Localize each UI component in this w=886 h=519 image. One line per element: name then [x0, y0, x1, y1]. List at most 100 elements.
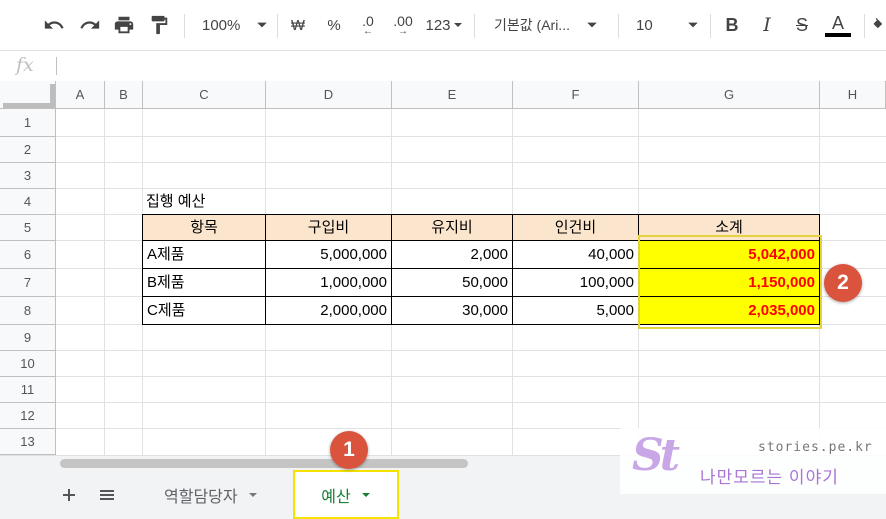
chevron-down-icon — [687, 22, 698, 28]
sheet-tab-roles[interactable]: 역할담당자 — [150, 470, 292, 519]
percent-label: % — [327, 16, 341, 34]
list-icon — [100, 490, 114, 500]
currency-button[interactable]: ₩ — [286, 11, 310, 39]
undo-icon[interactable] — [40, 11, 68, 39]
toolbar-divider — [277, 14, 278, 38]
logo-site: stories.pe.kr — [758, 440, 873, 455]
zoom-select[interactable]: 100% — [196, 11, 270, 39]
all-sheets-button[interactable] — [94, 482, 120, 508]
gridline — [56, 402, 886, 403]
row-header-3[interactable]: 3 — [0, 163, 56, 189]
table-cell-purchase[interactable]: 5,000,000 — [266, 241, 392, 269]
table-cell-labor[interactable]: 5,000 — [513, 297, 639, 325]
toolbar-divider — [618, 14, 619, 38]
text-color-swatch — [825, 33, 851, 37]
column-header-e[interactable]: E — [392, 81, 513, 109]
paint-format-icon[interactable] — [145, 11, 173, 39]
table-cell-purchase[interactable]: 2,000,000 — [266, 297, 392, 325]
chevron-down-icon — [257, 22, 268, 28]
zoom-value: 100% — [202, 16, 241, 34]
toolbar-divider — [474, 14, 475, 38]
chevron-down-icon — [248, 492, 257, 497]
table-cell-purchase[interactable]: 1,000,000 — [266, 269, 392, 297]
toolbar: 100% ₩ % .0 ← .00 → 123 기본값 (Ari... 10 B… — [0, 0, 886, 50]
redo-icon[interactable] — [76, 11, 104, 39]
italic-label: I — [763, 14, 771, 36]
row-header-6[interactable]: 6 — [0, 241, 56, 269]
add-sheet-button[interactable] — [56, 482, 82, 508]
bold-button[interactable]: B — [720, 11, 744, 39]
table-cell-labor[interactable]: 40,000 — [513, 241, 639, 269]
table-cell-item[interactable]: C제품 — [143, 297, 266, 325]
row-header-11[interactable]: 11 — [0, 377, 56, 403]
logo-mark: St — [632, 430, 680, 481]
font-select[interactable]: 기본값 (Ari... — [488, 11, 608, 39]
chevron-down-icon — [587, 22, 597, 28]
callout-badge-1: 1 — [330, 431, 368, 469]
row-header-1[interactable]: 1 — [0, 109, 56, 137]
sheet-tab-budget[interactable]: 예산 — [293, 470, 399, 519]
column-header-d[interactable]: D — [266, 81, 392, 109]
row-header-5[interactable]: 5 — [0, 215, 56, 241]
font-size-value: 10 — [636, 16, 653, 34]
table-cell-maintenance[interactable]: 30,000 — [392, 297, 513, 325]
gridline — [104, 109, 105, 455]
gridline — [56, 376, 886, 377]
scrollbar-thumb[interactable] — [60, 459, 468, 468]
watermark-logo: St stories.pe.kr 나만모르는 이야기 — [620, 428, 886, 494]
table-cell-maintenance[interactable]: 2,000 — [392, 241, 513, 269]
spreadsheet-grid[interactable]: A B C D E F G H 1 2 3 4 5 6 7 8 9 10 11 … — [0, 81, 886, 455]
table-cell-item[interactable]: A제품 — [143, 241, 266, 269]
column-header-c[interactable]: C — [143, 81, 266, 109]
table-title[interactable]: 집행 예산 — [146, 190, 205, 214]
fill-color-icon[interactable] — [872, 11, 886, 39]
table-cell-maintenance[interactable]: 50,000 — [392, 269, 513, 297]
row-header-10[interactable]: 10 — [0, 351, 56, 377]
row-header-2[interactable]: 2 — [0, 137, 56, 163]
row-header-8[interactable]: 8 — [0, 297, 56, 325]
table-cell-item[interactable]: B제품 — [143, 269, 266, 297]
toolbar-divider — [184, 14, 185, 38]
header-purchase[interactable]: 구입비 — [266, 215, 392, 241]
bold-label: B — [725, 14, 739, 35]
increase-decimal-button[interactable]: .00 → — [388, 11, 418, 39]
subtotal-highlight — [638, 235, 822, 329]
arrow-right-icon: → — [398, 26, 408, 37]
column-header-f[interactable]: F — [513, 81, 639, 109]
italic-button[interactable]: I — [755, 11, 779, 39]
percent-button[interactable]: % — [322, 11, 346, 39]
strikethrough-label: S — [795, 14, 808, 35]
column-header-a[interactable]: A — [56, 81, 105, 109]
chevron-down-icon — [453, 23, 462, 27]
toolbar-divider — [864, 14, 865, 38]
column-header-h[interactable]: H — [820, 81, 886, 109]
header-item[interactable]: 항목 — [143, 215, 266, 241]
row-header-9[interactable]: 9 — [0, 325, 56, 351]
column-header-b[interactable]: B — [105, 81, 143, 109]
formula-input[interactable] — [64, 57, 864, 75]
header-maintenance[interactable]: 유지비 — [392, 215, 513, 241]
column-header-g[interactable]: G — [639, 81, 820, 109]
plus-icon — [63, 489, 75, 501]
font-value: 기본값 (Ari... — [494, 17, 570, 33]
font-size-select[interactable]: 10 — [628, 11, 702, 39]
chevron-down-icon — [361, 492, 370, 497]
formula-divider — [56, 57, 57, 75]
fx-icon: fx — [16, 54, 34, 76]
row-header-13[interactable]: 13 — [0, 429, 56, 455]
row-header-7[interactable]: 7 — [0, 269, 56, 297]
gridline — [56, 162, 886, 163]
strikethrough-button[interactable]: S — [790, 11, 814, 39]
more-formats-button[interactable]: 123 — [424, 11, 464, 39]
print-icon[interactable] — [110, 11, 138, 39]
logo-tagline: 나만모르는 이야기 — [700, 468, 839, 487]
decrease-decimal-button[interactable]: .0 ← — [354, 11, 382, 39]
gridline — [56, 188, 886, 189]
header-labor[interactable]: 인건비 — [513, 215, 639, 241]
select-all-corner[interactable] — [0, 81, 56, 109]
gridline — [56, 350, 886, 351]
row-header-12[interactable]: 12 — [0, 403, 56, 429]
row-header-4[interactable]: 4 — [0, 189, 56, 215]
table-cell-labor[interactable]: 100,000 — [513, 269, 639, 297]
text-color-button[interactable]: A — [824, 11, 852, 39]
